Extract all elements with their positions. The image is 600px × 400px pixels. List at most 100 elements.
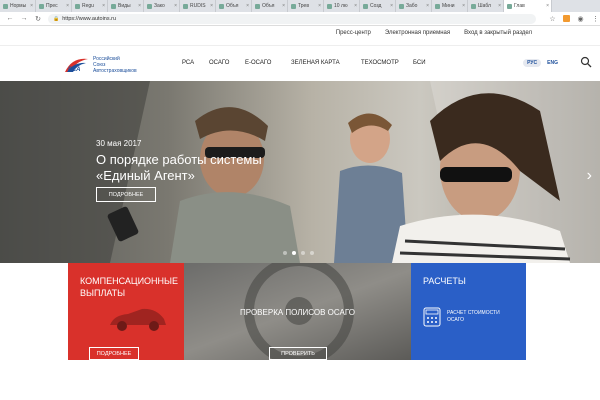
back-icon[interactable]: ← bbox=[6, 15, 14, 22]
slider-dot[interactable] bbox=[283, 251, 287, 255]
utility-link-press[interactable]: Пресс-центр bbox=[336, 30, 371, 36]
close-tab-icon[interactable]: × bbox=[354, 3, 359, 9]
calc-osago-label: РАСЧЕТ СТОИМОСТИ ОСАГО bbox=[447, 310, 500, 323]
lock-icon: 🔒 bbox=[53, 15, 60, 22]
favicon-icon bbox=[183, 3, 188, 9]
browser-toolbar: ← → ↻ 🔒 https://www.autoins.ru ☆ ◉ ⋮ bbox=[0, 12, 600, 26]
slider-dot[interactable] bbox=[301, 251, 305, 255]
browser-tab-label: Зако bbox=[154, 3, 165, 9]
policy-check-button[interactable]: ПРОВЕРИТЬ bbox=[269, 347, 327, 360]
nav-item-bsi[interactable]: БСИ bbox=[413, 60, 426, 66]
close-tab-icon[interactable]: × bbox=[390, 3, 395, 9]
slider-next-icon[interactable]: › bbox=[587, 167, 592, 185]
nav-item-inspection[interactable]: ТЕХОСМОТР bbox=[361, 60, 413, 66]
close-tab-icon[interactable]: × bbox=[282, 3, 287, 9]
browser-tab-label: Глав bbox=[514, 3, 525, 9]
favicon-icon bbox=[3, 3, 8, 9]
browser-tab-label: Шабл bbox=[478, 3, 491, 9]
hero-title: О порядке работы системы «Единый Агент» bbox=[96, 152, 262, 183]
tile-calculations[interactable]: РАСЧЕТЫ РАСЧЕТ СТОИМОСТИ ОСАГО bbox=[411, 263, 526, 360]
favicon-icon bbox=[147, 3, 152, 9]
slider-dot[interactable] bbox=[310, 251, 314, 255]
browser-tab-label: Regu bbox=[82, 3, 94, 9]
browser-tab[interactable]: 10 лю × bbox=[324, 0, 360, 12]
close-tab-icon[interactable]: × bbox=[546, 3, 551, 9]
browser-tab[interactable]: Нормы × bbox=[0, 0, 36, 12]
close-tab-icon[interactable]: × bbox=[66, 3, 71, 9]
close-tab-icon[interactable]: × bbox=[210, 3, 215, 9]
browser-tab-label: Виды bbox=[118, 3, 131, 9]
close-tab-icon[interactable]: × bbox=[498, 3, 503, 9]
browser-tab[interactable]: Объя × bbox=[252, 0, 288, 12]
menu-icon[interactable]: ⋮ bbox=[591, 15, 600, 23]
site-header: РСА Российский Союз Автостраховщиков РСА… bbox=[0, 45, 600, 81]
url-text: https://www.autoins.ru bbox=[62, 15, 117, 22]
browser-tab-label: Забо bbox=[406, 3, 418, 9]
close-tab-icon[interactable]: × bbox=[246, 3, 251, 9]
calc-osago-link[interactable]: РАСЧЕТ СТОИМОСТИ ОСАГО bbox=[423, 307, 500, 327]
browser-tab[interactable]: Виды × bbox=[108, 0, 144, 12]
favicon-icon bbox=[291, 3, 296, 9]
browser-tab[interactable]: Забо × bbox=[396, 0, 432, 12]
hero-slider: 30 мая 2017 О порядке работы системы «Ед… bbox=[0, 81, 600, 263]
browser-tab[interactable]: Созд × bbox=[360, 0, 396, 12]
browser-tab[interactable]: RUDIS × bbox=[180, 0, 216, 12]
browser-tab[interactable]: Мини × bbox=[432, 0, 468, 12]
favicon-icon bbox=[435, 3, 440, 9]
browser-tab-label: Созд bbox=[370, 3, 382, 9]
utility-link-login[interactable]: Вход в закрытый раздел bbox=[464, 30, 532, 36]
browser-tab-label: Объя bbox=[226, 3, 239, 9]
logo-text: Российский Союз Автостраховщиков bbox=[93, 56, 137, 74]
reload-icon[interactable]: ↻ bbox=[34, 15, 42, 23]
close-tab-icon[interactable]: × bbox=[138, 3, 143, 9]
lang-en[interactable]: ENG bbox=[547, 60, 558, 66]
close-tab-icon[interactable]: × bbox=[462, 3, 467, 9]
utility-link-reception[interactable]: Электронная приемная bbox=[385, 30, 450, 36]
lang-ru[interactable]: РУС bbox=[523, 59, 542, 67]
favicon-icon bbox=[327, 3, 332, 9]
favicon-icon bbox=[399, 3, 404, 9]
browser-tab[interactable]: Глав × bbox=[504, 0, 552, 12]
close-tab-icon[interactable]: × bbox=[30, 3, 35, 9]
favicon-icon bbox=[471, 3, 476, 9]
favicon-icon bbox=[39, 3, 44, 9]
browser-tab-label: 10 лю bbox=[334, 3, 348, 9]
account-icon[interactable]: ◉ bbox=[576, 15, 585, 23]
site-logo[interactable]: РСА Российский Союз Автостраховщиков bbox=[64, 56, 137, 74]
forward-icon[interactable]: → bbox=[20, 15, 28, 22]
nav-item-e-osago[interactable]: Е-ОСАГО bbox=[245, 60, 291, 66]
close-tab-icon[interactable]: × bbox=[174, 3, 179, 9]
bookmark-star-icon[interactable]: ☆ bbox=[548, 15, 557, 23]
address-bar[interactable]: 🔒 https://www.autoins.ru bbox=[48, 13, 536, 24]
tile-policy-check[interactable]: ПРОВЕРКА ПОЛИСОВ ОСАГО ПРОВЕРИТЬ bbox=[184, 263, 411, 360]
logo-mark: РСА bbox=[64, 56, 90, 74]
tile-compensation[interactable]: КОМПЕНСАЦИОННЫЕ ВЫПЛАТЫ ПОДРОБНЕЕ bbox=[68, 263, 184, 360]
nav-item-rsa[interactable]: РСА bbox=[182, 60, 209, 66]
slider-dot[interactable] bbox=[292, 251, 296, 255]
browser-tab[interactable]: Трев × bbox=[288, 0, 324, 12]
close-tab-icon[interactable]: × bbox=[318, 3, 323, 9]
policy-check-title: ПРОВЕРКА ПОЛИСОВ ОСАГО bbox=[240, 308, 355, 317]
utility-nav: Пресс-центр Электронная приемная Вход в … bbox=[336, 30, 532, 36]
browser-tab-label: Прес bbox=[46, 3, 58, 9]
extension-icon[interactable] bbox=[563, 15, 570, 22]
search-icon[interactable] bbox=[580, 56, 592, 68]
close-tab-icon[interactable]: × bbox=[102, 3, 107, 9]
browser-tab[interactable]: Прес × bbox=[36, 0, 72, 12]
browser-tab[interactable]: Зако × bbox=[144, 0, 180, 12]
browser-tab[interactable]: Объя × bbox=[216, 0, 252, 12]
main-nav: РСА ОСАГО Е-ОСАГО ЗЕЛЕНАЯ КАРТА ТЕХОСМОТ… bbox=[182, 60, 426, 66]
browser-tab-label: Мини bbox=[442, 3, 455, 9]
close-tab-icon[interactable]: × bbox=[426, 3, 431, 9]
favicon-icon bbox=[363, 3, 368, 9]
browser-tab[interactable]: Шабл × bbox=[468, 0, 504, 12]
compensation-more-button[interactable]: ПОДРОБНЕЕ bbox=[89, 347, 139, 360]
nav-item-osago[interactable]: ОСАГО bbox=[209, 60, 245, 66]
nav-item-green-card[interactable]: ЗЕЛЕНАЯ КАРТА bbox=[291, 60, 361, 66]
slider-dots bbox=[283, 251, 314, 255]
favicon-icon bbox=[507, 3, 512, 9]
favicon-icon bbox=[75, 3, 80, 9]
hero-more-button[interactable]: ПОДРОБНЕЕ bbox=[96, 187, 156, 202]
browser-tab[interactable]: Regu × bbox=[72, 0, 108, 12]
browser-tab-label: RUDIS bbox=[190, 3, 206, 9]
